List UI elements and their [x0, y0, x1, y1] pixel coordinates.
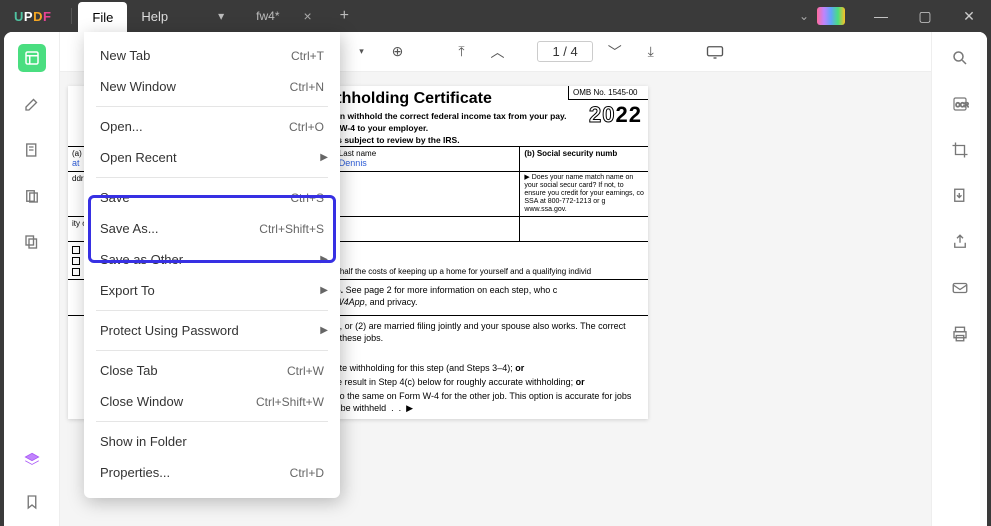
- menu-close-window[interactable]: Close WindowCtrl+Shift+W: [84, 386, 340, 417]
- new-tab-button[interactable]: +: [328, 7, 361, 25]
- menu-save-as[interactable]: Save As...Ctrl+Shift+S: [84, 213, 340, 244]
- presentation-icon[interactable]: [701, 38, 729, 66]
- pages-icon[interactable]: [18, 228, 46, 256]
- zoom-dropdown-icon[interactable]: ▾: [347, 38, 375, 66]
- crop-icon[interactable]: [946, 136, 974, 164]
- tab-title: fw4*: [256, 9, 279, 23]
- ocr-icon[interactable]: OCR: [946, 90, 974, 118]
- titlebar: UPDF File Help ▾ fw4* × + ⌄ — ▢ ✕: [0, 0, 991, 32]
- prev-page-button[interactable]: ︿: [483, 38, 511, 66]
- theme-palette-icon[interactable]: [817, 7, 845, 25]
- tab-bar: ▾ fw4* × +: [202, 0, 361, 32]
- menu-export[interactable]: Export To▶: [84, 275, 340, 306]
- window-controls: ⌄ — ▢ ✕: [791, 0, 991, 32]
- bookmark-icon[interactable]: [18, 488, 46, 516]
- close-icon[interactable]: ×: [303, 8, 311, 24]
- close-button[interactable]: ✕: [947, 0, 991, 32]
- separator: [71, 8, 72, 24]
- menu-help[interactable]: Help: [127, 0, 182, 32]
- document-tab[interactable]: fw4* ×: [240, 0, 328, 32]
- print-icon[interactable]: [946, 320, 974, 348]
- separator: [96, 106, 328, 107]
- last-page-button[interactable]: ⤓: [637, 38, 665, 66]
- separator: [96, 350, 328, 351]
- menu-show-folder[interactable]: Show in Folder: [84, 426, 340, 457]
- field-lastname[interactable]: Last nameDennis: [335, 147, 521, 171]
- menu-properties[interactable]: Properties...Ctrl+D: [84, 457, 340, 488]
- menu-open-recent[interactable]: Open Recent▶: [84, 142, 340, 173]
- omb-number: OMB No. 1545-00: [568, 86, 648, 100]
- right-sidebar: OCR: [931, 32, 987, 526]
- ssn-match-note: ▶ Does your name match name on your soci…: [520, 172, 648, 216]
- separator: [96, 177, 328, 178]
- menu-close-tab[interactable]: Close TabCtrl+W: [84, 355, 340, 386]
- chevron-down-icon[interactable]: ⌄: [791, 9, 817, 23]
- search-icon[interactable]: [946, 44, 974, 72]
- highlighter-icon[interactable]: [18, 90, 46, 118]
- left-sidebar: [4, 32, 60, 526]
- menu-open[interactable]: Open...Ctrl+O: [84, 111, 340, 142]
- separator: [96, 421, 328, 422]
- app-logo: UPDF: [0, 9, 65, 24]
- menu-save[interactable]: SaveCtrl+S: [84, 182, 340, 213]
- minimize-button[interactable]: —: [859, 0, 903, 32]
- menu-file[interactable]: File: [78, 2, 127, 32]
- share-icon[interactable]: [946, 228, 974, 256]
- menu-new-tab[interactable]: New TabCtrl+T: [84, 40, 340, 71]
- field-ssn[interactable]: (b) Social security numb: [520, 147, 648, 171]
- tab-pin[interactable]: ▾: [202, 0, 240, 32]
- file-menu-dropdown: New TabCtrl+T New WindowCtrl+N Open...Ct…: [84, 32, 340, 498]
- next-page-button[interactable]: ﹀: [601, 38, 629, 66]
- mail-icon[interactable]: [946, 274, 974, 302]
- export-icon[interactable]: [946, 182, 974, 210]
- svg-text:OCR: OCR: [955, 103, 969, 109]
- page-indicator[interactable]: 1 / 4: [537, 41, 592, 62]
- ssn-match-cont: [520, 217, 648, 241]
- menu-new-window[interactable]: New WindowCtrl+N: [84, 71, 340, 102]
- bookmarks-icon[interactable]: [18, 136, 46, 164]
- attachments-icon[interactable]: [18, 182, 46, 210]
- first-page-button[interactable]: ⤒: [447, 38, 475, 66]
- maximize-button[interactable]: ▢: [903, 0, 947, 32]
- zoom-in-button[interactable]: ⊕: [383, 38, 411, 66]
- layers-icon[interactable]: [18, 446, 46, 474]
- thumbnails-icon[interactable]: [18, 44, 46, 72]
- separator: [96, 310, 328, 311]
- main-area: ⊖ 125% ▾ ⊕ ⤒ ︿ 1 / 4 ﹀ ⤓ OMB No. 1545-00…: [4, 32, 987, 526]
- menu-protect-password[interactable]: Protect Using Password▶: [84, 315, 340, 346]
- menu-save-other[interactable]: Save as Other▶: [84, 244, 340, 275]
- form-year: 2022: [589, 102, 642, 128]
